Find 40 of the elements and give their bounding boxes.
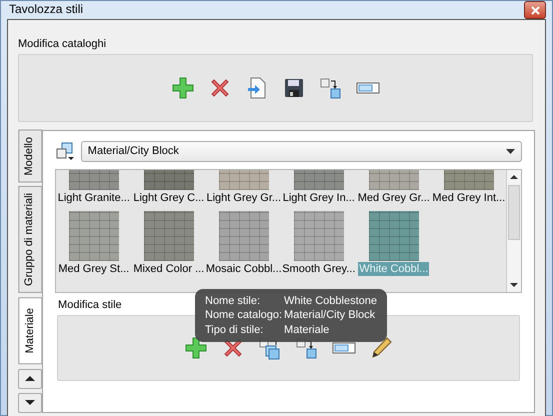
tooltip-value: Materiale (284, 322, 330, 337)
scroll-up-button[interactable] (18, 368, 42, 389)
side-tab[interactable]: Modello (18, 130, 42, 182)
arrow-down-icon (24, 399, 36, 406)
style-name[interactable]: Smooth Grey... (281, 262, 356, 276)
cube-transfer-icon[interactable] (319, 76, 343, 100)
style-name[interactable]: Mixed Color ... (132, 262, 206, 276)
tooltip-label: Tipo di stile: (205, 322, 264, 337)
style-name[interactable]: Light Grey In... (282, 190, 356, 206)
style-name[interactable]: Med Grey Int... (431, 190, 506, 206)
style-name[interactable]: Light Grey C... (132, 190, 206, 206)
tooltip-label: Nome stile: (205, 294, 262, 308)
section-label: Modifica stile (58, 298, 122, 313)
window-title: Tavolozza stili (9, 2, 84, 18)
texture-swatch[interactable] (144, 211, 194, 262)
scrollbar-thumb[interactable] (508, 184, 520, 240)
side-tab[interactable]: Materiale (18, 297, 42, 365)
texture-swatch[interactable] (294, 211, 344, 262)
catalog-icon[interactable] (55, 141, 76, 162)
texture-swatch[interactable] (368, 211, 419, 262)
caret-icon (506, 148, 516, 154)
texture-swatch[interactable] (218, 211, 269, 262)
arrow-up-icon (24, 375, 36, 382)
catalog-dropdown[interactable]: Material/City Block (80, 140, 522, 162)
style-name[interactable]: Med Grey St... (57, 262, 130, 276)
style-name[interactable]: Light Granite... (56, 190, 131, 206)
texture-swatch[interactable] (68, 211, 119, 262)
style-name[interactable]: Mosaic Cobbl... (204, 262, 283, 276)
add-icon[interactable] (171, 76, 195, 100)
tooltip-value: Material/City Block (284, 308, 376, 323)
style-name[interactable]: Med Grey Gr... (356, 190, 431, 206)
add-icon[interactable] (184, 336, 208, 360)
style-name[interactable]: Light Grey Gr... (206, 190, 282, 206)
section-label: Modifica cataloghi (18, 36, 108, 52)
close-icon (530, 6, 540, 14)
tooltip-value: White Cobblestone (284, 294, 377, 308)
side-tab[interactable]: Gruppo di materiali (18, 186, 42, 294)
close-button[interactable] (524, 1, 546, 19)
tooltip-label: Nome catalogo: (205, 308, 282, 323)
scroll-down-button[interactable] (18, 392, 42, 413)
